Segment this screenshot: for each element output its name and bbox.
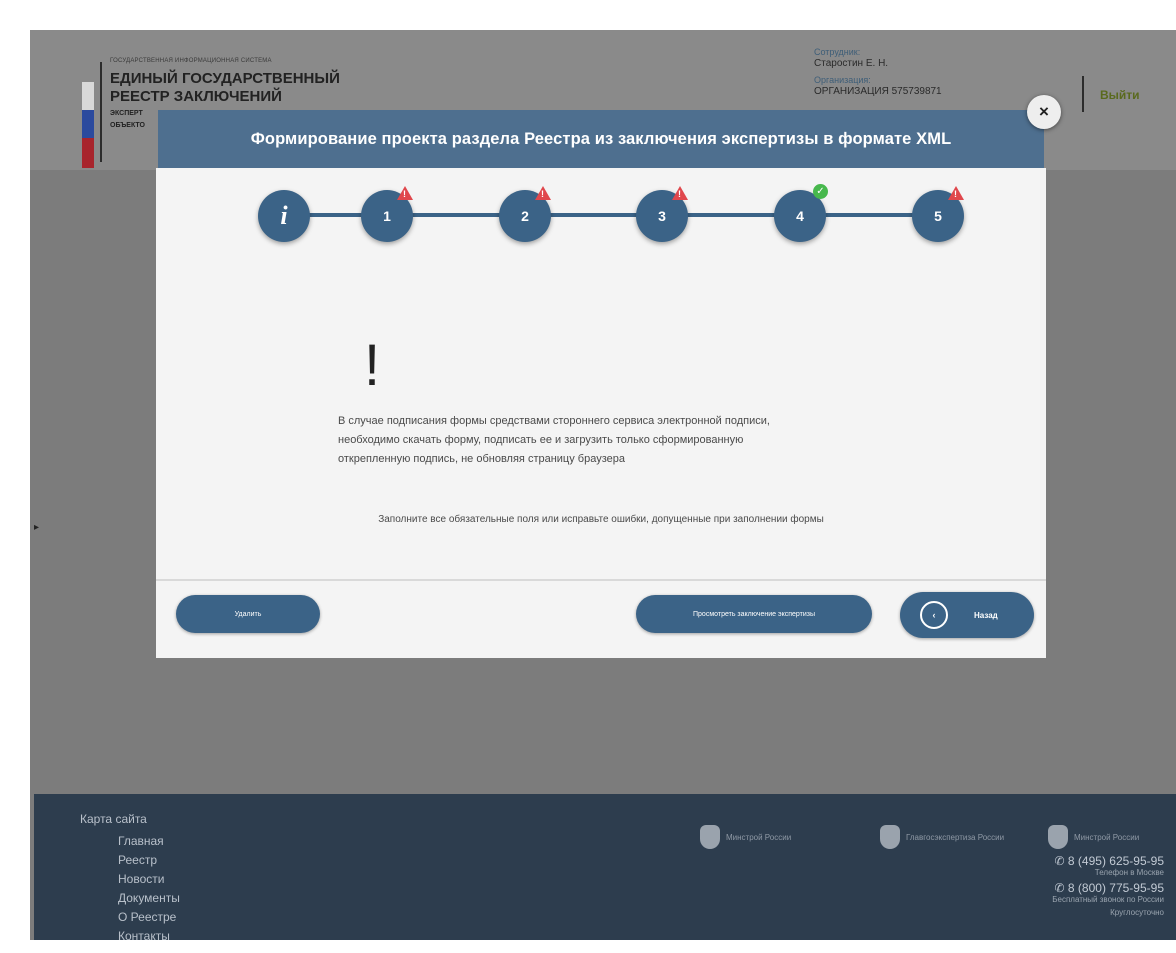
chevron-left-icon: ‹ [920,601,948,629]
stepper: i 1 2 3 4 ✓ 5 [156,168,1046,248]
close-button[interactable]: × [1027,95,1061,129]
footer-divider [156,579,1046,581]
step-2[interactable]: 2 [499,186,551,242]
modal-body: i 1 2 3 4 ✓ 5 ! В случае [156,168,1046,658]
check-icon: ✓ [813,184,828,199]
step-3[interactable]: 3 [636,186,688,242]
warning-icon [948,186,964,200]
warning-icon [672,186,688,200]
step-5-label: 5 [934,208,942,224]
warning-icon [535,186,551,200]
exclamation-icon: ! [364,333,381,398]
close-icon: × [1039,102,1049,121]
step-info[interactable]: i [258,190,310,242]
step-4-label: 4 [796,208,804,224]
info-icon: i [280,201,288,230]
signature-note: В случае подписания формы средствами сто… [338,415,770,465]
step-1[interactable]: 1 [361,186,413,242]
step-5[interactable]: 5 [912,186,964,242]
view-expertise-button[interactable]: Просмотреть заключение экспертизы [636,595,872,633]
back-button[interactable]: ‹ Назад [900,592,1034,638]
delete-button[interactable]: Удалить [176,595,320,633]
validation-hint: Заполните все обязательные поля или испр… [378,514,824,525]
back-button-label: Назад [974,610,998,620]
step-1-label: 1 [383,208,391,224]
step-2-label: 2 [521,208,529,224]
modal-title: Формирование проекта раздела Реестра из … [158,110,1044,168]
step-3-label: 3 [658,208,666,224]
step-4[interactable]: 4 ✓ [774,184,828,242]
modal-dialog: Формирование проекта раздела Реестра из … [0,0,1176,953]
warning-icon [397,186,413,200]
